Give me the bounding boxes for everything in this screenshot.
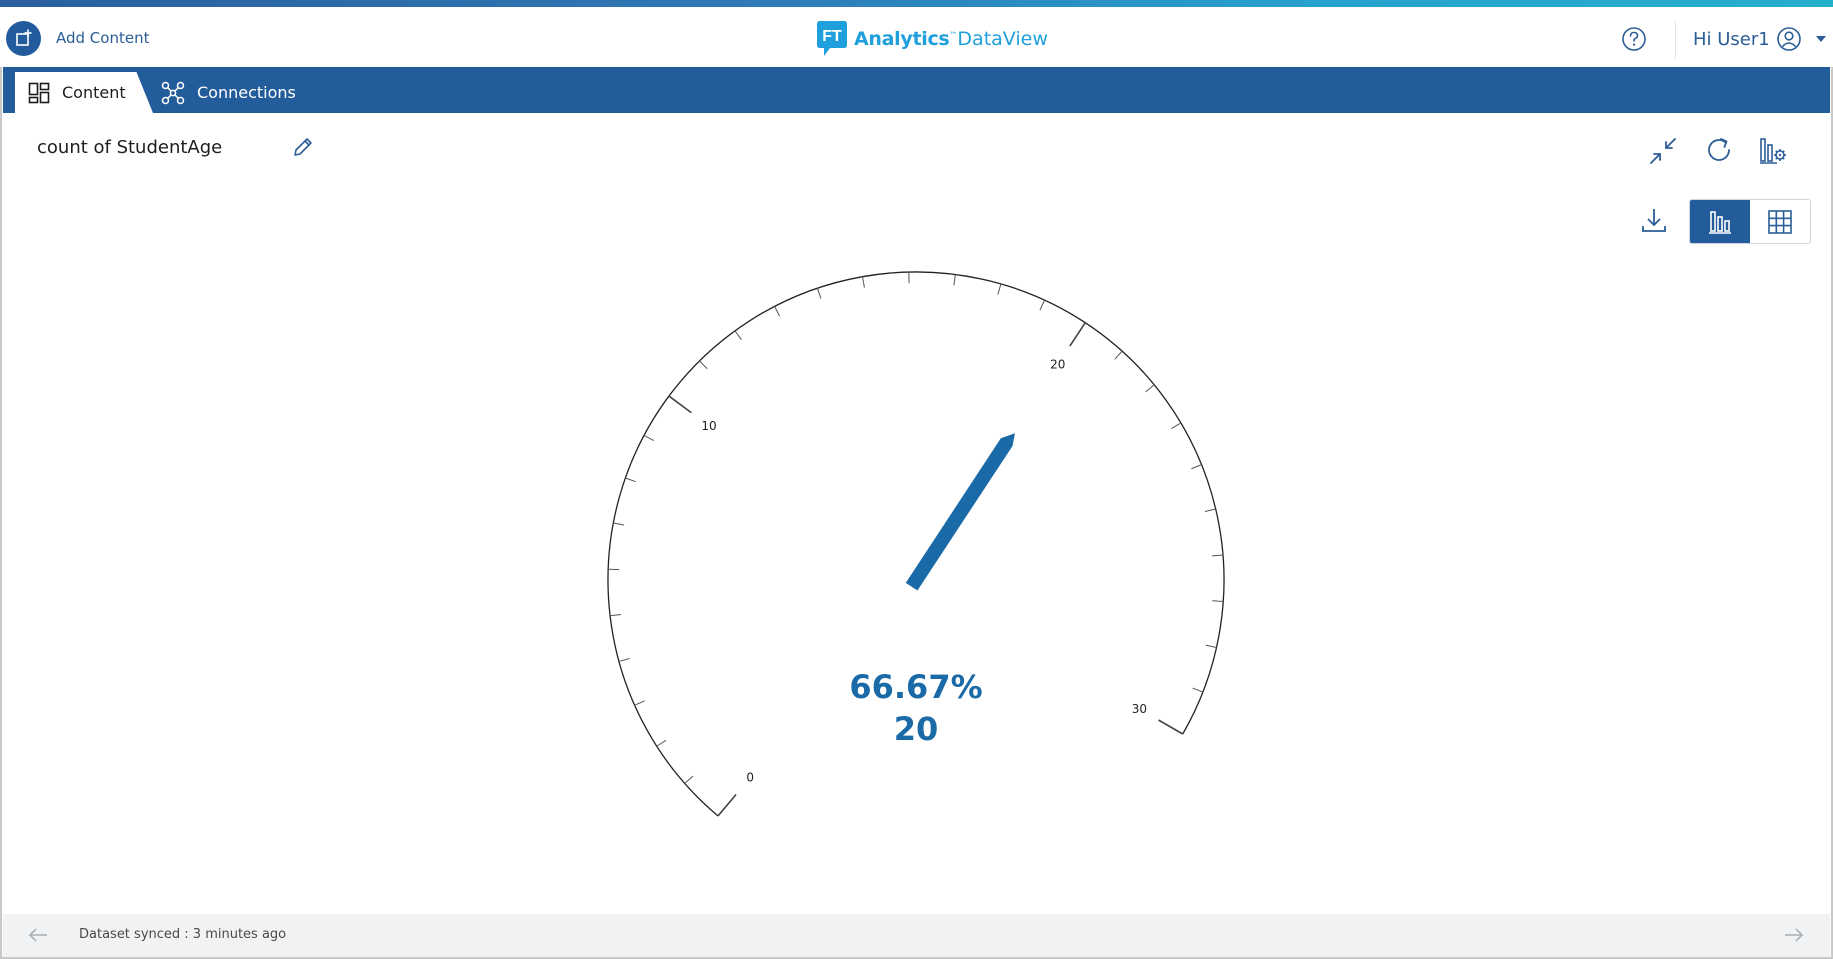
- gauge-minor-tick: [816, 288, 822, 299]
- gauge-minor-tick: [643, 434, 654, 442]
- gauge-major-tick: [1158, 719, 1184, 735]
- gauge-major-tick: [717, 793, 737, 817]
- gauge-minor-tick: [610, 613, 622, 617]
- gauge-tick-label: 0: [746, 771, 754, 785]
- arrow-left-icon: [28, 928, 47, 942]
- gauge-minor-tick: [699, 360, 708, 370]
- gauge-minor-tick: [1211, 554, 1224, 557]
- gauge-minor-tick: [1205, 644, 1217, 649]
- gauge-major-tick: [1069, 322, 1086, 347]
- gauge-minor-tick: [1212, 600, 1224, 602]
- gauge-minor-tick: [684, 775, 694, 784]
- gauge-minor-tick: [1204, 508, 1216, 512]
- gauge-minor-tick: [1145, 384, 1155, 393]
- gauge-minor-tick: [656, 739, 667, 747]
- gauge-minor-tick: [1192, 687, 1204, 693]
- gauge-minor-tick: [613, 522, 625, 526]
- next-button[interactable]: [1783, 924, 1805, 946]
- gauge-tick-label: 30: [1132, 702, 1147, 716]
- gauge-minor-tick: [625, 477, 636, 483]
- gauge-tick-label: 20: [1050, 357, 1065, 371]
- gauge-minor-tick: [1114, 350, 1123, 360]
- gauge-minor-tick: [618, 658, 630, 662]
- gauge-tick-label: 10: [701, 419, 716, 433]
- gauge-minor-tick: [953, 274, 956, 286]
- gauge-major-tick: [668, 395, 692, 414]
- gauge-needle: [905, 433, 1015, 591]
- gauge-minor-tick: [734, 330, 742, 341]
- gauge-minor-tick: [1171, 422, 1182, 429]
- arrow-right-icon: [1785, 928, 1804, 942]
- previous-button[interactable]: [27, 924, 49, 946]
- sync-status: Dataset synced : 3 minutes ago: [79, 927, 287, 942]
- gauge-minor-tick: [774, 306, 781, 317]
- gauge-minor-tick: [1191, 464, 1202, 470]
- status-footer: Dataset synced : 3 minutes ago: [3, 914, 1830, 957]
- gauge-percent-label: 66.67%: [849, 668, 983, 706]
- gauge-minor-tick: [634, 700, 645, 706]
- gauge-value-label: 20: [893, 710, 939, 748]
- gauge-minor-tick: [1039, 299, 1045, 311]
- gauge-minor-tick: [862, 276, 865, 288]
- gauge-minor-tick: [997, 283, 1002, 295]
- gauge-chart: 0 10 20 30: [607, 271, 1225, 817]
